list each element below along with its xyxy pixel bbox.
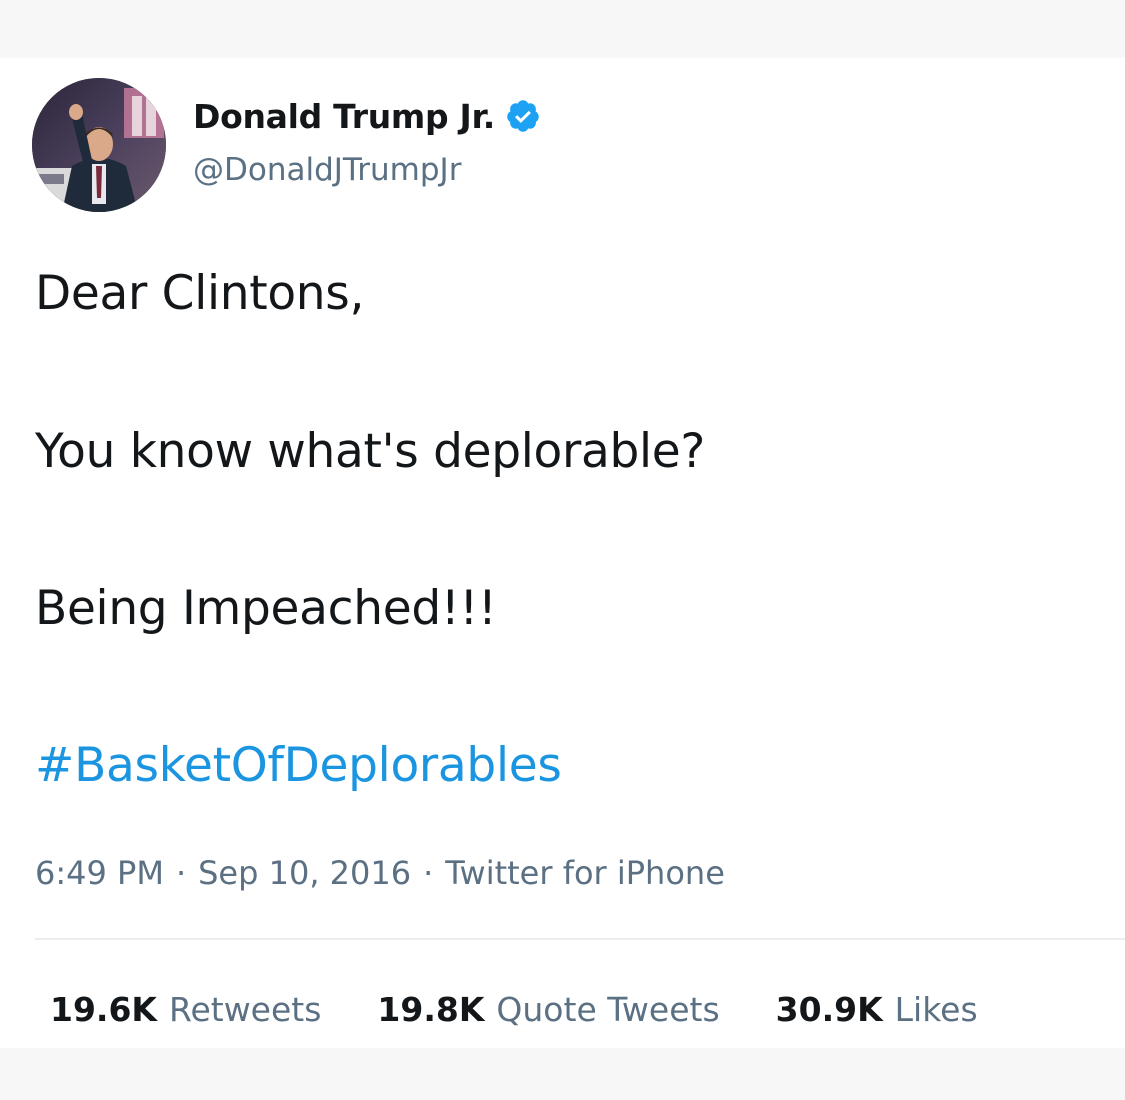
quote-tweets-stat[interactable]: 19.8K Quote Tweets — [377, 990, 719, 1029]
tweet-meta: 6:49 PM · Sep 10, 2016 · Twitter for iPh… — [35, 854, 725, 892]
tweet-source[interactable]: Twitter for iPhone — [445, 854, 725, 892]
meta-separator: · — [175, 854, 187, 892]
tweet-date[interactable]: Sep 10, 2016 — [198, 854, 411, 892]
verified-badge-icon — [507, 100, 539, 132]
likes-stat[interactable]: 30.9K Likes — [776, 990, 978, 1029]
tweet-text-line: Dear Clintons, — [35, 266, 365, 321]
tweet-text-line: Being Impeached!!! — [35, 581, 497, 636]
quote-tweets-count: 19.8K — [377, 990, 485, 1029]
divider — [35, 938, 1125, 940]
tweet-card: Donald Trump Jr. @DonaldJTrumpJr Dear Cl… — [0, 58, 1125, 1048]
quote-tweets-label: Quote Tweets — [496, 990, 720, 1029]
likes-count: 30.9K — [775, 990, 883, 1029]
author-handle[interactable]: @DonaldJTrumpJr — [193, 152, 461, 188]
retweets-stat[interactable]: 19.6K Retweets — [50, 990, 321, 1029]
hashtag-link[interactable]: #BasketOfDeplorables — [35, 738, 562, 793]
tweet-text-line: You know what's deplorable? — [35, 424, 706, 479]
meta-separator: · — [423, 854, 434, 892]
author-avatar[interactable] — [32, 78, 166, 212]
retweets-label: Retweets — [169, 990, 322, 1029]
tweet-stats: 19.6K Retweets 19.8K Quote Tweets 30.9K … — [50, 990, 978, 1029]
retweets-count: 19.6K — [50, 990, 157, 1029]
likes-label: Likes — [894, 990, 978, 1029]
tweet-time[interactable]: 6:49 PM — [35, 854, 164, 892]
avatar-photo — [32, 78, 166, 212]
tweet-screenshot: Donald Trump Jr. @DonaldJTrumpJr Dear Cl… — [0, 0, 1125, 1100]
author-display-name[interactable]: Donald Trump Jr. — [193, 97, 495, 136]
author-name-row: Donald Trump Jr. — [193, 96, 541, 136]
